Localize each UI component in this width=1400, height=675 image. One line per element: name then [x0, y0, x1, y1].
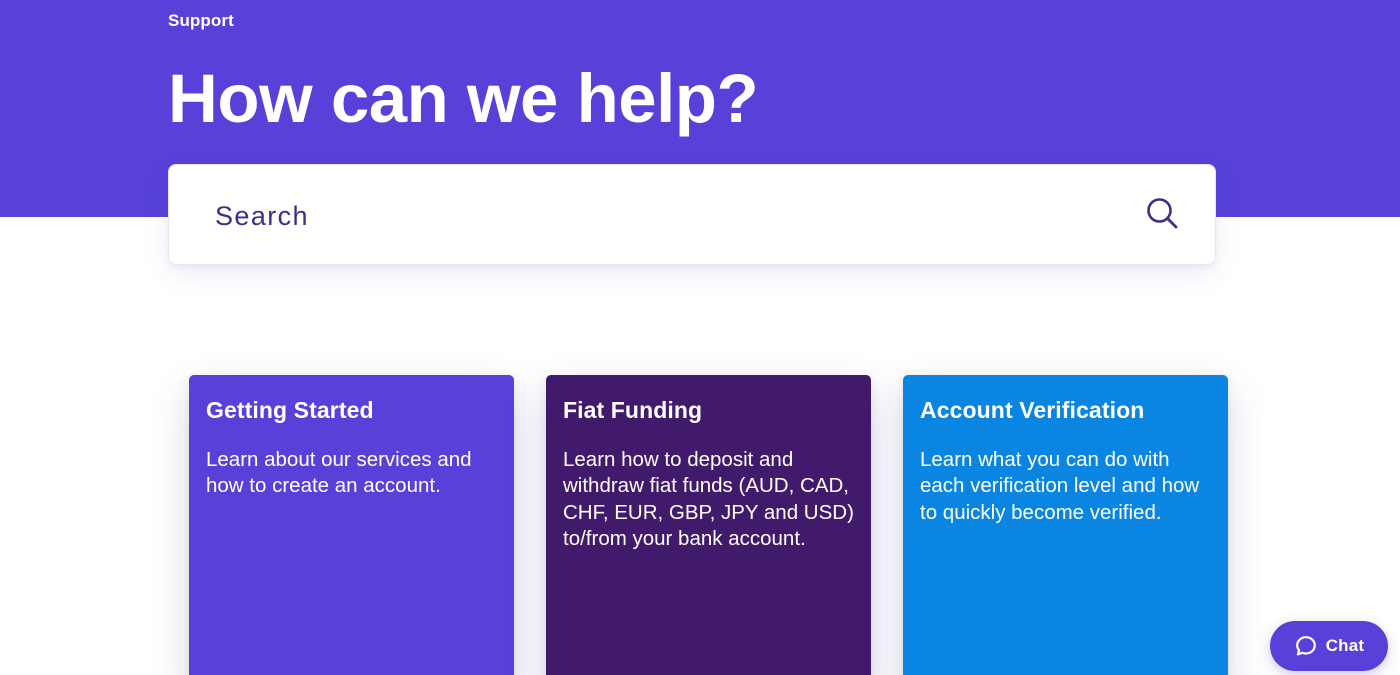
card-title: Account Verification: [920, 397, 1145, 423]
chat-button[interactable]: Chat: [1270, 621, 1388, 671]
chat-bubble-icon: [1295, 636, 1316, 656]
card-description: Learn how to deposit and withdraw fiat f…: [563, 448, 854, 550]
card-fiat-funding[interactable]: Fiat Funding Learn how to deposit and wi…: [546, 375, 871, 675]
search-box[interactable]: [168, 164, 1216, 265]
page-title: How can we help?: [168, 60, 759, 137]
search-icon[interactable]: [1145, 196, 1179, 230]
card-title: Getting Started: [206, 397, 374, 423]
search-input[interactable]: [215, 193, 1115, 239]
category-cards: Getting Started Learn about our services…: [0, 375, 1400, 675]
card-title: Fiat Funding: [563, 397, 703, 423]
card-getting-started[interactable]: Getting Started Learn about our services…: [189, 375, 514, 675]
card-description: Learn what you can do with each verifica…: [920, 448, 1200, 524]
chat-label: Chat: [1325, 636, 1365, 655]
breadcrumb-support[interactable]: Support: [168, 11, 234, 31]
card-account-verification[interactable]: Account Verification Learn what you can …: [903, 375, 1228, 675]
support-page: Support How can we help? Getting Started…: [0, 0, 1400, 675]
card-description: Learn about our services and how to crea…: [206, 448, 472, 498]
